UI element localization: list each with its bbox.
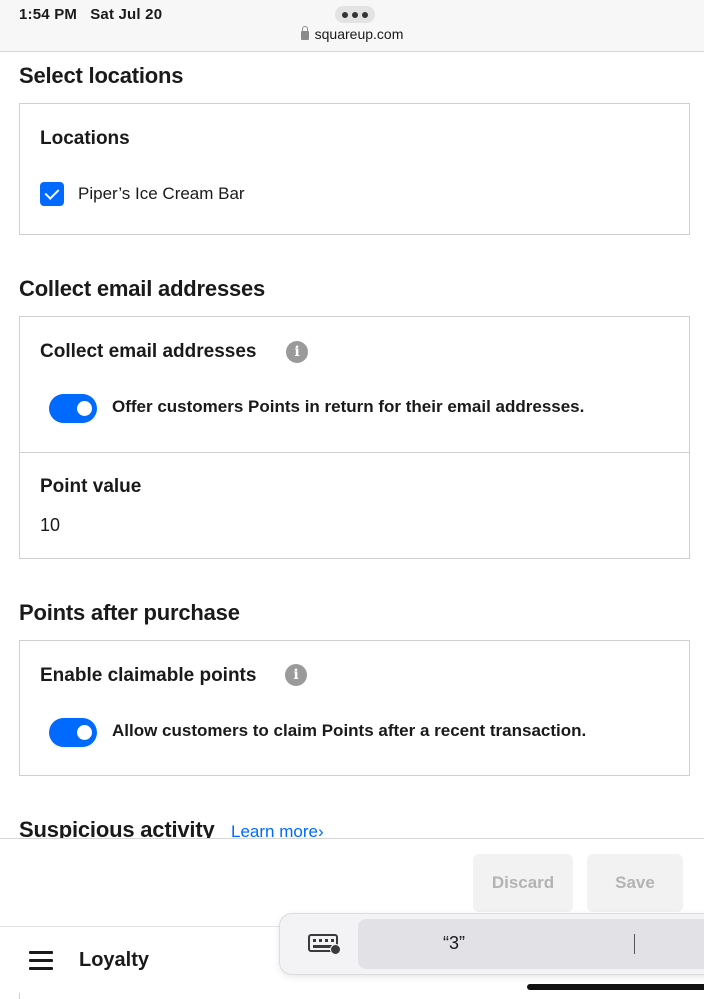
- home-indicator[interactable]: [527, 984, 704, 990]
- info-icon[interactable]: i: [286, 341, 308, 363]
- collect-email-title: Collect email addresses: [40, 341, 257, 362]
- claimable-points-title: Enable claimable points: [40, 665, 257, 686]
- date-text: Sat Jul 20: [90, 6, 163, 23]
- url-text: squareup.com: [314, 26, 404, 42]
- location-checkbox[interactable]: [40, 182, 64, 206]
- info-icon[interactable]: i: [285, 664, 307, 686]
- points-after-purchase-heading: Points after purchase: [19, 600, 240, 625]
- collect-email-toggle[interactable]: [49, 394, 97, 423]
- text-cursor: [634, 934, 635, 954]
- location-label[interactable]: Piper’s Ice Cream Bar: [78, 184, 245, 204]
- claimable-points-card: Enable claimable points i Allow customer…: [19, 640, 690, 776]
- save-button[interactable]: Save: [587, 854, 683, 912]
- collect-email-card: Collect email addresses i Offer customer…: [19, 316, 690, 559]
- keyboard-suggestion-bar: “3”: [280, 914, 704, 974]
- time-text: 1:54 PM: [19, 6, 78, 23]
- keyboard-badge-icon: [330, 944, 341, 955]
- more-options-icon[interactable]: [335, 6, 375, 23]
- browser-status-bar: 1:54 PM Sat Jul 20 squareup.com: [0, 0, 704, 52]
- select-locations-heading: Select locations: [19, 63, 184, 88]
- suggestion-text[interactable]: “3”: [443, 933, 465, 954]
- address-bar[interactable]: squareup.com: [0, 26, 704, 42]
- discard-button[interactable]: Discard: [473, 854, 573, 912]
- claimable-points-toggle-label: Allow customers to claim Points after a …: [112, 721, 587, 740]
- point-value-title: Point value: [40, 476, 142, 497]
- locations-title: Locations: [40, 128, 130, 149]
- claimable-points-toggle[interactable]: [49, 718, 97, 747]
- collect-email-toggle-label: Offer customers Points in return for the…: [112, 397, 585, 416]
- locations-card: Locations Piper’s Ice Cream Bar: [19, 103, 690, 235]
- lock-icon: [300, 26, 309, 40]
- point-value-input[interactable]: 10: [40, 515, 60, 536]
- status-time: 1:54 PM Sat Jul 20: [19, 6, 162, 23]
- hamburger-icon[interactable]: [29, 951, 53, 970]
- footer-divider: [19, 993, 20, 999]
- card-divider: [20, 452, 689, 453]
- footer-title: Loyalty: [79, 949, 150, 971]
- suggestion-field[interactable]: “3”: [358, 919, 704, 969]
- collect-email-heading: Collect email addresses: [19, 276, 266, 301]
